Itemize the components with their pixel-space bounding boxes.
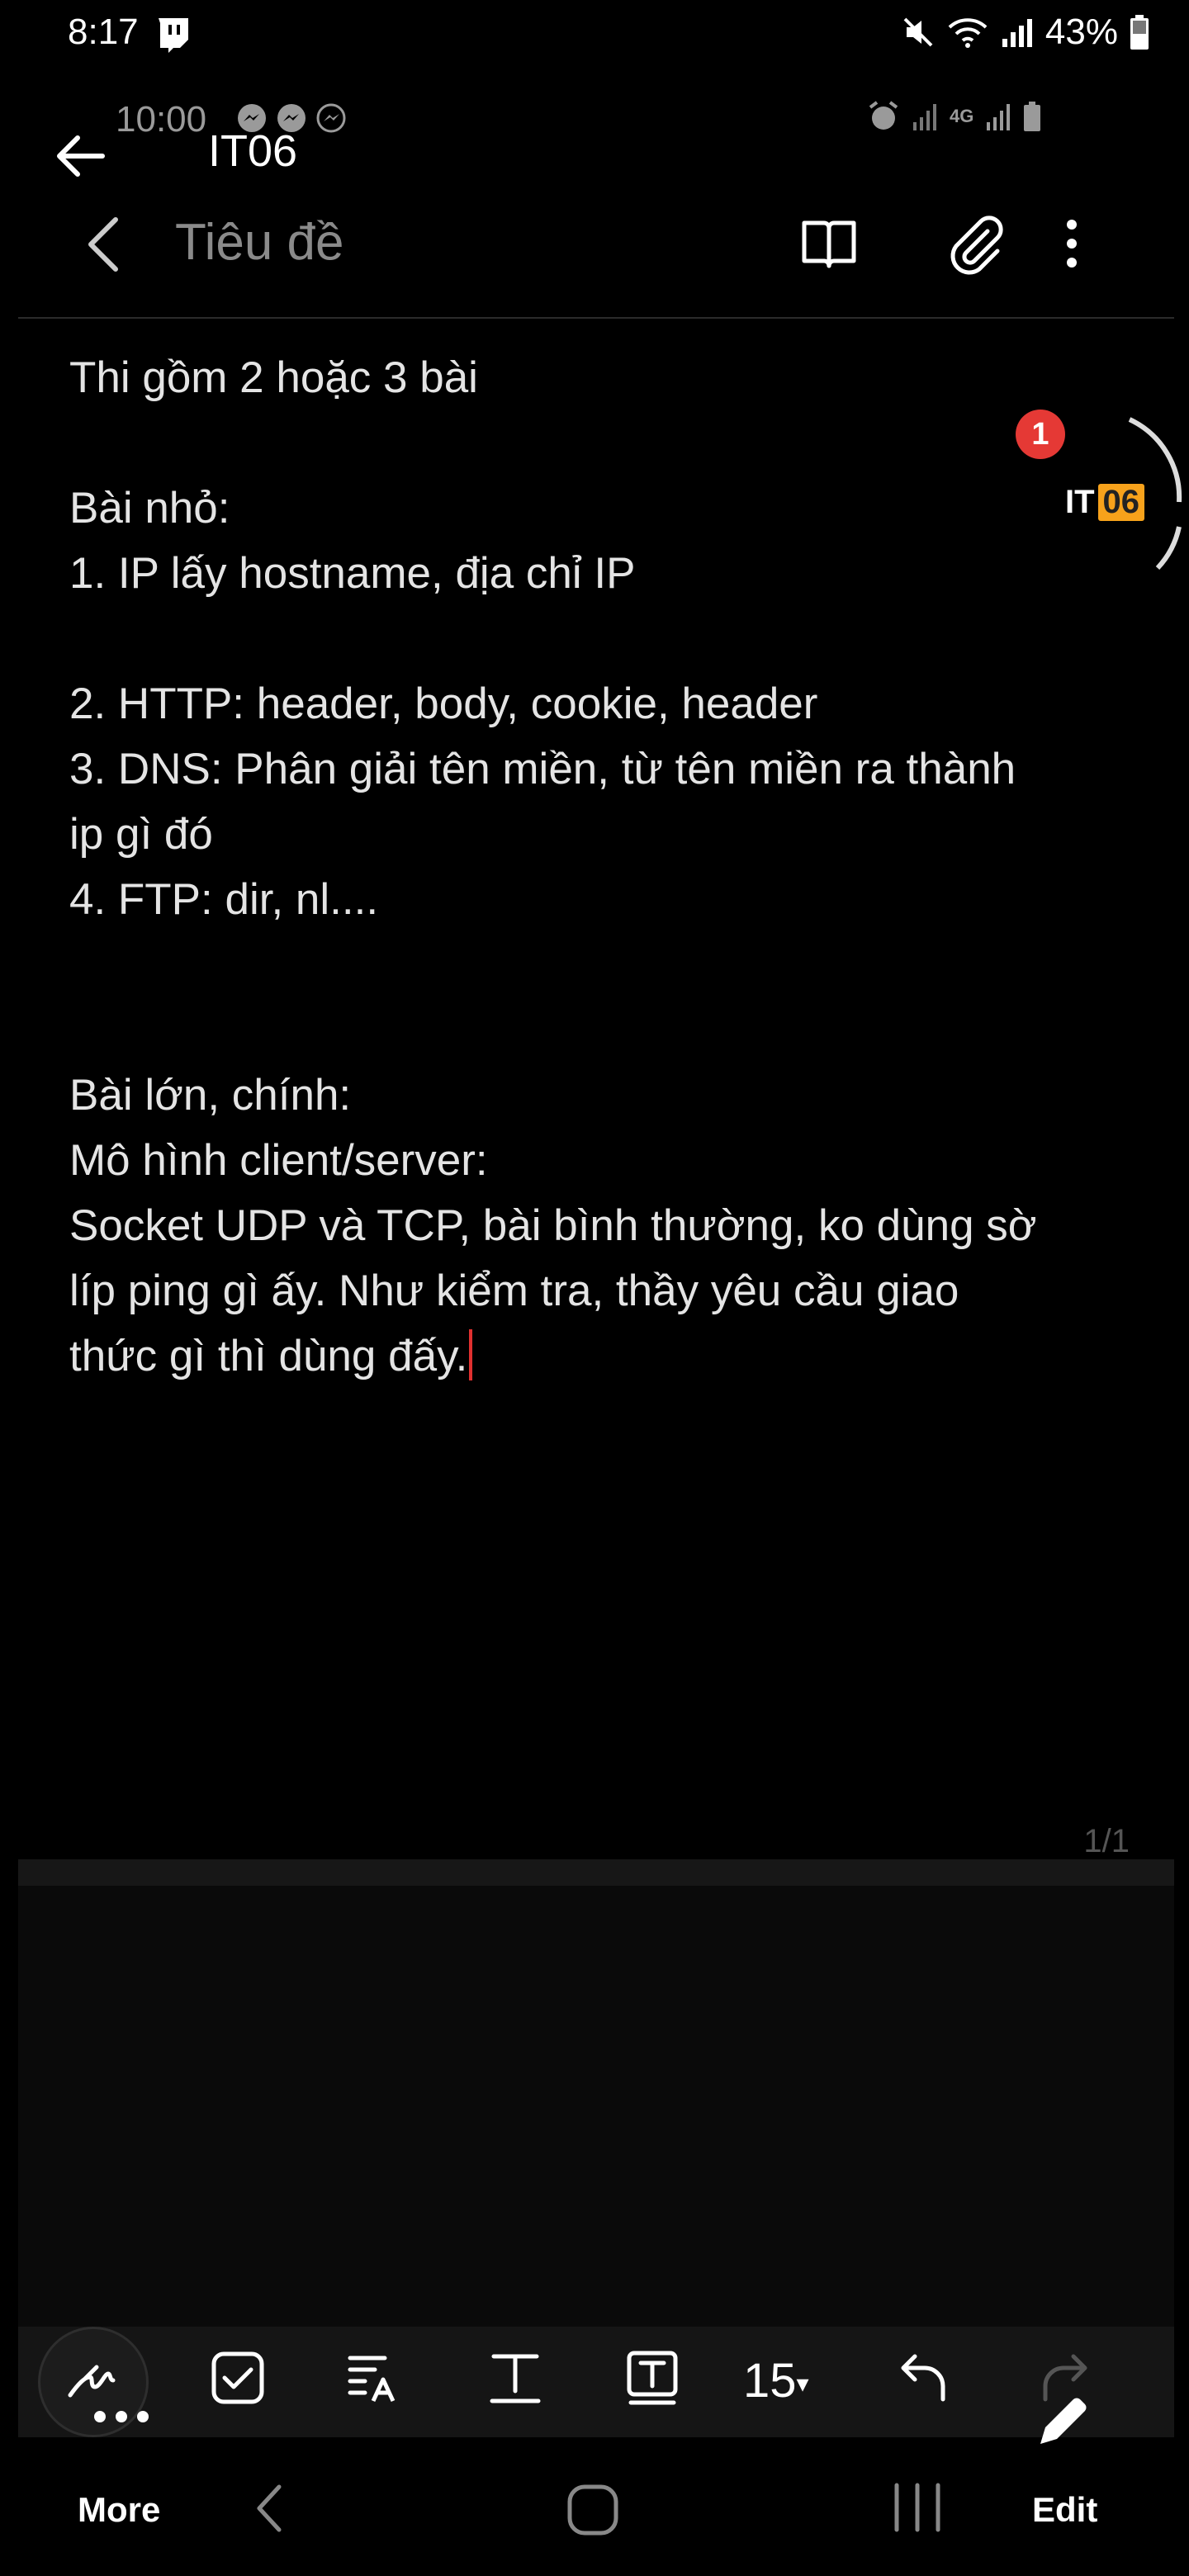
bubble-logo: IT 06	[1065, 484, 1145, 521]
note-line	[69, 606, 1110, 671]
status-time: 8:17	[68, 12, 139, 52]
note-line: 4. FTP: dir, nl....	[69, 875, 379, 924]
toolbar-divider	[18, 317, 1174, 319]
note-line	[69, 932, 1110, 997]
note-line: Bài nhỏ:	[69, 484, 230, 533]
note-body[interactable]: Thi gồm 2 hoặc 3 bài Bài nhỏ: 1. IP lấy …	[69, 345, 1110, 1389]
note-line	[69, 997, 1110, 1063]
font-size-selector[interactable]: 15▾	[743, 2353, 809, 2408]
lower-panel	[18, 1886, 1174, 2327]
network-type: 4G	[950, 106, 974, 126]
nav-back-icon[interactable]	[253, 2482, 286, 2535]
wifi-icon	[946, 16, 989, 49]
text-caret	[469, 1329, 473, 1380]
notification-badge: 1	[1016, 410, 1065, 459]
paperclip-icon[interactable]	[943, 213, 1006, 276]
nav-home-icon[interactable]	[565, 2482, 621, 2538]
inner-status-time: 10:00	[116, 99, 207, 140]
nav-recents-icon[interactable]	[890, 2480, 945, 2535]
text-format-icon[interactable]	[487, 2350, 543, 2406]
messenger-icon	[315, 102, 347, 134]
edit-button[interactable]: Edit	[1032, 2490, 1097, 2530]
battery-icon	[1130, 15, 1149, 50]
note-line: 1. IP lấy hostname, địa chỉ IP	[69, 549, 636, 598]
note-line	[69, 410, 1110, 476]
app-title: IT06	[208, 126, 298, 176]
alarm-icon	[867, 101, 900, 132]
signal-icon	[912, 102, 938, 130]
note-line: thức gì thì dùng đấy.	[69, 1332, 468, 1380]
text-style-icon[interactable]	[347, 2350, 403, 2406]
checkbox-icon[interactable]	[210, 2350, 266, 2406]
signal-icon	[985, 102, 1011, 130]
status-icons: 43%	[902, 12, 1149, 53]
note-title-field[interactable]: Tiêu đề	[175, 213, 344, 272]
mute-icon	[902, 16, 935, 49]
inner-status-icons: 4G	[867, 101, 1041, 132]
page-counter: 1/1	[1083, 1823, 1130, 1859]
more-dots-icon[interactable]	[94, 2411, 149, 2422]
undo-icon[interactable]	[897, 2350, 953, 2406]
panel-separator	[18, 1859, 1174, 1886]
note-line: 3. DNS: Phân giải tên miền, từ tên miền …	[69, 745, 1016, 793]
note-line: Socket UDP và TCP, bài bình thường, ko d…	[69, 1201, 1037, 1250]
twitch-icon	[155, 17, 190, 53]
chevron-left-icon[interactable]	[83, 215, 124, 274]
signal-icon	[1001, 16, 1034, 49]
back-arrow-icon[interactable]	[51, 127, 109, 185]
pencil-icon[interactable]	[1034, 2391, 1093, 2451]
note-line: 2. HTTP: header, body, cookie, header	[69, 680, 818, 728]
font-size-value: 15	[743, 2354, 797, 2408]
chevron-down-icon: ▾	[796, 2370, 809, 2398]
bubble-logo-num: 06	[1097, 484, 1145, 521]
bubble-logo-it: IT	[1065, 484, 1095, 520]
more-vert-icon[interactable]	[1062, 216, 1082, 271]
format-toolbar	[18, 2327, 1174, 2437]
more-button[interactable]: More	[78, 2490, 160, 2530]
note-line: Mô hình client/server:	[69, 1136, 488, 1185]
note-line: Bài lớn, chính:	[69, 1071, 352, 1120]
note-line: líp ping gì ấy. Như kiểm tra, thầy yêu c…	[69, 1267, 959, 1315]
battery-percent: 43%	[1045, 12, 1118, 52]
note-line-last: thức gì thì dùng đấy.	[69, 1324, 1110, 1389]
reader-mode-icon[interactable]	[799, 216, 859, 271]
note-line: ip gì đó	[69, 810, 213, 859]
text-box-icon[interactable]	[624, 2350, 680, 2406]
battery-icon	[1023, 102, 1041, 131]
note-line: Thi gồm 2 hoặc 3 bài	[69, 353, 478, 402]
